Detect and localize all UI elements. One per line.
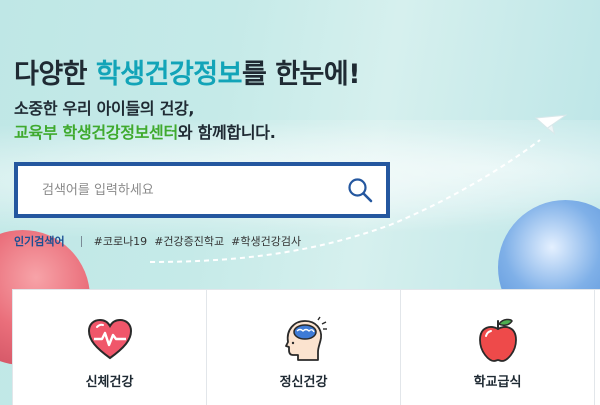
hero-subtitle-line1: 소중한 우리 아이들의 건강, xyxy=(14,99,195,118)
hero-headline: 다양한 학생건강정보를 한눈에! xyxy=(14,52,361,91)
headline-highlight: 학생건강정보 xyxy=(95,59,243,90)
card-label-physical: 신체건강 xyxy=(85,375,134,390)
apple-icon xyxy=(478,318,517,362)
heart-pulse-icon xyxy=(87,318,132,360)
center-name: 교육부 학생건강정보센터 xyxy=(14,123,178,142)
search-box xyxy=(14,162,390,218)
card-physical-health[interactable]: 신체건강 xyxy=(13,290,207,405)
popular-tag-covid[interactable]: #코로나19 xyxy=(94,233,148,249)
card-label-meal: 학교급식 xyxy=(473,375,522,390)
search-button[interactable] xyxy=(334,166,386,214)
popular-tag-health-exam[interactable]: #학생건강검사 xyxy=(231,233,301,249)
card-mental-health[interactable]: 정신건강 xyxy=(207,290,401,405)
search-input[interactable] xyxy=(18,166,334,214)
search-icon xyxy=(348,178,373,203)
head-brain-icon xyxy=(284,316,327,361)
divider xyxy=(80,235,82,247)
popular-tag-health-school[interactable]: #건강증진학교 xyxy=(154,233,224,249)
card-label-mental: 정신건강 xyxy=(279,375,328,390)
subtitle-tail: 와 함께합니다. xyxy=(177,123,276,142)
hero-banner: 다양한 학생건강정보를 한눈에! 소중한 우리 아이들의 건강, 교육부 학생건… xyxy=(0,0,600,405)
category-cards: 신체건강 정신건강 학교급식 xyxy=(12,289,600,405)
headline-pre: 다양한 xyxy=(14,59,96,90)
popular-searches: 인기검색어 #코로나19 #건강증진학교 #학생건강검사 xyxy=(14,233,308,249)
hero-subtitle-line2: 교육부 학생건강정보센터와 함께합니다. xyxy=(14,119,276,143)
headline-post: 를 한눈에! xyxy=(241,59,361,90)
card-school-meal[interactable]: 학교급식 xyxy=(401,290,595,405)
popular-label: 인기검색어 xyxy=(14,235,65,248)
